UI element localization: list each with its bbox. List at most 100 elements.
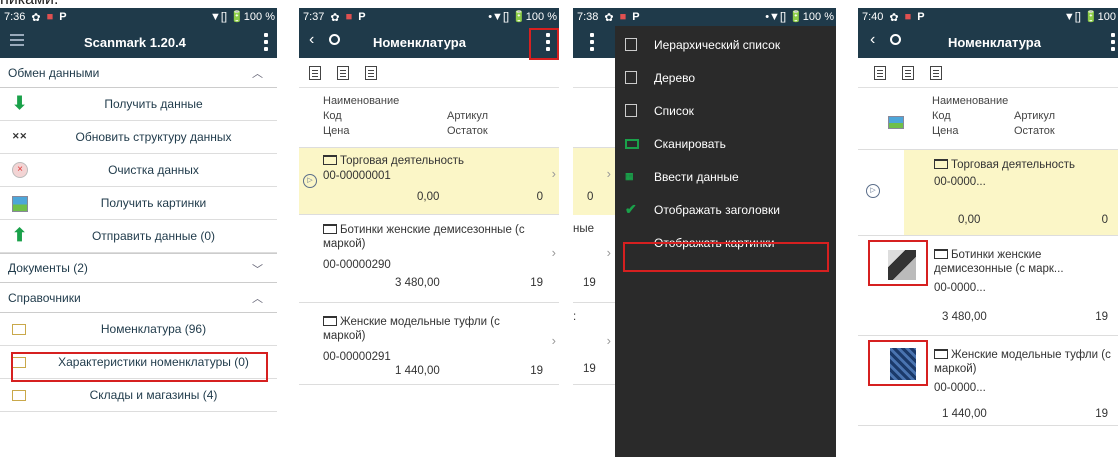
check-icon: ✔: [625, 201, 637, 217]
folder-icon: [934, 249, 948, 259]
folder-icon: [934, 159, 948, 169]
list-item[interactable]: Женские модельные туфли (с маркой) 00-00…: [299, 303, 559, 385]
list-view-icon[interactable]: [365, 65, 377, 80]
list-item[interactable]: Ботинки женские демисезонные (с марк... …: [858, 236, 1118, 336]
search-icon[interactable]: [329, 34, 340, 45]
status-time: 7:36: [4, 11, 26, 23]
app-title: Scanmark 1.20.4: [84, 35, 186, 50]
menu-hierarchical-list[interactable]: Иерархический список: [615, 28, 836, 61]
list-item[interactable]: ▷ Торговая деятельность 00-00000001 0,00…: [299, 148, 559, 215]
parking-icon: P: [632, 11, 640, 23]
view-mode-toolbar: [858, 58, 1118, 88]
get-data-label: Получить данные: [104, 97, 203, 111]
parking-icon: P: [917, 11, 925, 23]
highlight-box: [868, 340, 928, 386]
gear-icon: ✿: [330, 11, 340, 24]
header-name: Наименование: [323, 95, 400, 107]
item-price: 1 440,00: [395, 365, 440, 377]
chevron-right-icon: ›: [606, 333, 611, 348]
menu-list[interactable]: Список: [615, 94, 836, 127]
menu-enter-data-label: Ввести данные: [654, 169, 739, 184]
menu-enter-data[interactable]: ▦ Ввести данные: [615, 160, 836, 193]
warehouses-button[interactable]: Склады и магазины (4): [0, 379, 277, 412]
list-item[interactable]: Ботинки женские демисезонные (с маркой) …: [299, 215, 559, 303]
item-name: Женские модельные туфли (с маркой): [323, 315, 533, 343]
app-bar: ‹ Номенклатура: [299, 26, 559, 58]
menu-show-headers[interactable]: ✔ Отображать заголовки: [615, 193, 836, 226]
get-data-button[interactable]: ⬇ Получить данные: [0, 88, 277, 121]
get-pictures-label: Получить картинки: [100, 196, 207, 210]
list-item[interactable]: ▷ Торговая деятельность 00-0000... 0,00 …: [858, 150, 1118, 236]
status-bar: 7:38 ✿ ■ P •▼[] 🔋100 %: [573, 8, 836, 26]
tree-view-icon[interactable]: [337, 65, 349, 80]
menu-scan[interactable]: Сканировать: [615, 127, 836, 160]
section-references[interactable]: Справочники ︿: [0, 283, 277, 313]
clear-data-button[interactable]: × Очистка данных: [0, 154, 277, 187]
item-stock: 0: [1101, 214, 1108, 226]
expand-play-icon[interactable]: ▷: [303, 174, 317, 188]
expand-play-icon[interactable]: ▷: [866, 184, 880, 198]
item-stock: 0: [536, 191, 543, 203]
list-item[interactable]: Женские модельные туфли (с маркой) 00-00…: [858, 336, 1118, 426]
hierarchy-view-icon: [625, 38, 637, 51]
item-name: Ботинки женские демисезонные (с маркой): [323, 223, 543, 251]
app-notification-icon: ■: [619, 11, 627, 23]
item-name-text: Торговая деятельность: [340, 155, 464, 167]
screen-title: Номенклатура: [948, 35, 1041, 50]
list-view-icon[interactable]: [930, 65, 942, 80]
status-indicators: •▼[] 🔋100 %: [765, 11, 834, 23]
status-time: 7:40: [862, 11, 884, 23]
item-name: Ботинки женские демисезонные (с марк...: [934, 248, 1114, 276]
header-price: Цена: [323, 125, 350, 137]
item-code: 00-00000001: [323, 170, 391, 182]
tree-view-icon[interactable]: [902, 65, 914, 80]
bg-value-0: 0: [587, 191, 594, 203]
item-price: 3 480,00: [942, 311, 987, 323]
menu-hierarchical-list-label: Иерархический список: [654, 37, 781, 52]
status-bar: 7:37 ✿ ■ P •▼[] 🔋100 %: [299, 8, 559, 26]
nomenclature-button[interactable]: Номенклатура (96): [0, 313, 277, 346]
header-article: Артикул: [447, 110, 489, 122]
warehouses-label: Склады и магазины (4): [89, 388, 218, 402]
item-name-text: Женские модельные туфли (с маркой): [934, 349, 1111, 375]
highlight-box: [529, 28, 559, 60]
app-bar: Scanmark 1.20.4: [0, 26, 277, 58]
get-pictures-button[interactable]: Получить картинки: [0, 187, 277, 220]
overflow-menu-icon[interactable]: [589, 33, 595, 51]
overflow-menu-icon[interactable]: [1110, 33, 1116, 51]
chevron-up-icon: ︿: [252, 68, 263, 80]
hierarchy-view-icon[interactable]: [309, 65, 321, 80]
chevron-down-icon: ﹀: [252, 264, 263, 276]
section-documents[interactable]: Документы (2) ﹀: [0, 253, 277, 283]
app-notification-icon: ■: [904, 11, 912, 23]
hierarchy-view-icon[interactable]: [874, 65, 886, 80]
section-data-exchange[interactable]: Обмен данными ︿: [0, 58, 277, 88]
app-notification-icon: ■: [345, 11, 353, 23]
update-structure-button[interactable]: ✕✕ Обновить структуру данных: [0, 121, 277, 154]
back-icon[interactable]: ‹: [309, 31, 314, 49]
item-stock: 19: [1095, 408, 1108, 420]
hamburger-menu-icon[interactable]: [10, 34, 24, 46]
overflow-menu-icon[interactable]: [263, 33, 269, 51]
search-icon[interactable]: [890, 34, 901, 45]
screen-options-menu: 7:38 ✿ ■ P •▼[] 🔋100 % 0 › ные › 19 : › …: [573, 8, 836, 457]
app-bar: ‹ Номенклатура: [858, 26, 1118, 58]
item-name: Торговая деятельность: [934, 158, 1114, 172]
item-stock: 19: [1095, 311, 1108, 323]
enter-data-icon: ▦: [625, 171, 634, 181]
status-bar: 7:36 ✿ ■ P ▼[] 🔋100 %: [0, 8, 277, 26]
back-icon[interactable]: ‹: [870, 31, 875, 49]
status-indicators: ▼[] 🔋100 %: [210, 11, 275, 23]
menu-tree[interactable]: Дерево: [615, 61, 836, 94]
highlight-box: [11, 352, 268, 382]
folder-icon: [323, 316, 337, 326]
menu-list-label: Список: [654, 103, 694, 118]
highlight-box: [868, 240, 928, 286]
parking-icon: P: [59, 11, 67, 23]
chevron-right-icon: ›: [551, 166, 556, 181]
bg-value-2: 19: [583, 277, 596, 289]
item-code: 00-00000290: [323, 259, 391, 271]
send-data-button[interactable]: ⬆ Отправить данные (0): [0, 220, 277, 253]
folder-icon: [934, 349, 948, 359]
chevron-right-icon: ›: [606, 166, 611, 181]
